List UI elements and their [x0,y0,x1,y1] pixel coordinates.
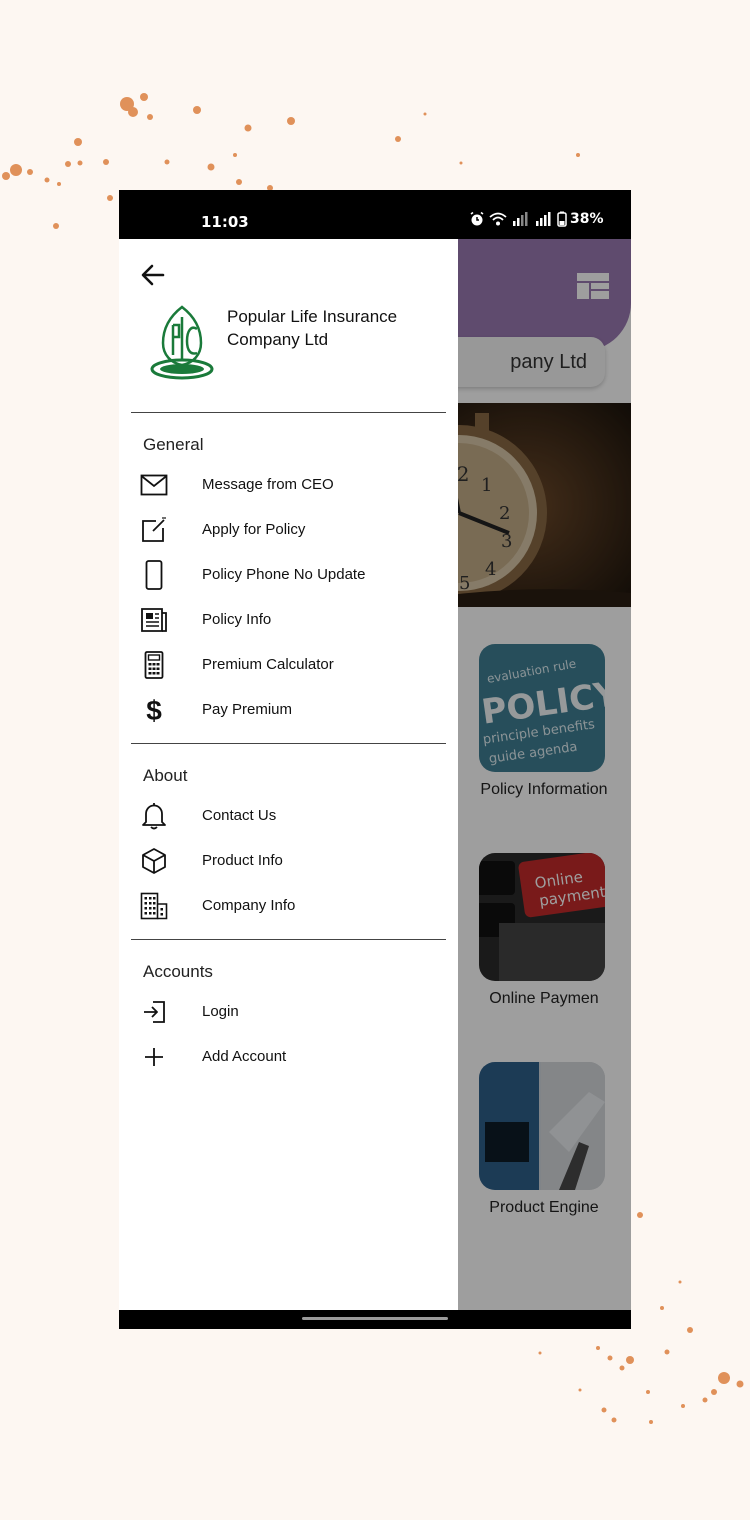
status-icons: 38% [469,211,604,227]
menu-item-company-info[interactable]: Company Info [119,886,458,926]
wifi-icon [489,212,507,226]
back-arrow-icon[interactable] [139,261,167,289]
battery-percent: 38% [570,211,604,227]
menu-item-label: Pay Premium [202,701,293,718]
mail-icon [139,471,169,499]
menu-item-pay-premium[interactable]: $ Pay Premium [119,690,458,730]
status-bar: 11:03 38% [119,190,631,239]
divider [131,743,446,744]
company-logo [150,305,214,380]
dollar-icon: $ [139,695,169,725]
menu-item-contact-us[interactable]: Contact Us [119,796,458,836]
menu-item-add-account[interactable]: Add Account [119,1037,458,1077]
plus-icon [139,1043,169,1071]
menu-item-login[interactable]: Login [119,992,458,1032]
signal-icon [513,212,528,226]
menu-item-label: Premium Calculator [202,656,334,673]
divider [131,412,446,413]
home-gesture-handle[interactable] [302,1317,448,1320]
alarm-icon [470,211,484,226]
menu-item-label: Login [202,1003,239,1020]
menu-item-label: Message from CEO [202,476,334,493]
section-title-about: About [143,766,188,785]
app-screen: pany Ltd 12 1 2 3 4 5 6 ev [119,239,631,1310]
status-time: 11:03 [201,213,249,231]
menu-item-label: Contact Us [202,807,277,824]
menu-item-label: Policy Info [202,611,272,628]
menu-item-label: Company Info [202,897,296,914]
newspaper-icon [139,606,169,634]
edit-icon [139,516,169,544]
menu-item-apply-for-policy[interactable]: Apply for Policy [119,510,458,550]
building-icon [139,892,169,920]
phone-icon [139,560,169,590]
menu-item-policy-info[interactable]: Policy Info [119,600,458,640]
menu-item-label: Policy Phone No Update [202,566,366,583]
system-navigation-bar [119,1310,631,1329]
svg-text:$: $ [146,695,162,725]
divider [131,939,446,940]
section-title-accounts: Accounts [143,962,213,981]
menu-item-product-info[interactable]: Product Info [119,841,458,881]
navigation-drawer: Popular Life Insurance Company Ltd Gener… [119,239,458,1310]
menu-item-policy-phone-no-update[interactable]: Policy Phone No Update [119,555,458,595]
box-icon [139,847,169,875]
bell-icon [139,802,169,830]
calculator-icon [139,651,169,679]
company-name: Popular Life Insurance Company Ltd [227,307,398,349]
menu-item-label: Product Info [202,852,283,869]
menu-item-label: Add Account [202,1048,287,1065]
signal-icon [536,212,551,226]
menu-item-message-from-ceo[interactable]: Message from CEO [119,465,458,505]
battery-icon [557,211,567,227]
phone-screenshot: 11:03 38% pany Ltd 1 2 3 4 5 evaluation … [119,190,631,1329]
login-icon [139,998,169,1026]
menu-item-premium-calculator[interactable]: Premium Calculator [119,645,458,685]
section-title-general: General [143,435,204,454]
menu-item-label: Apply for Policy [202,521,306,538]
